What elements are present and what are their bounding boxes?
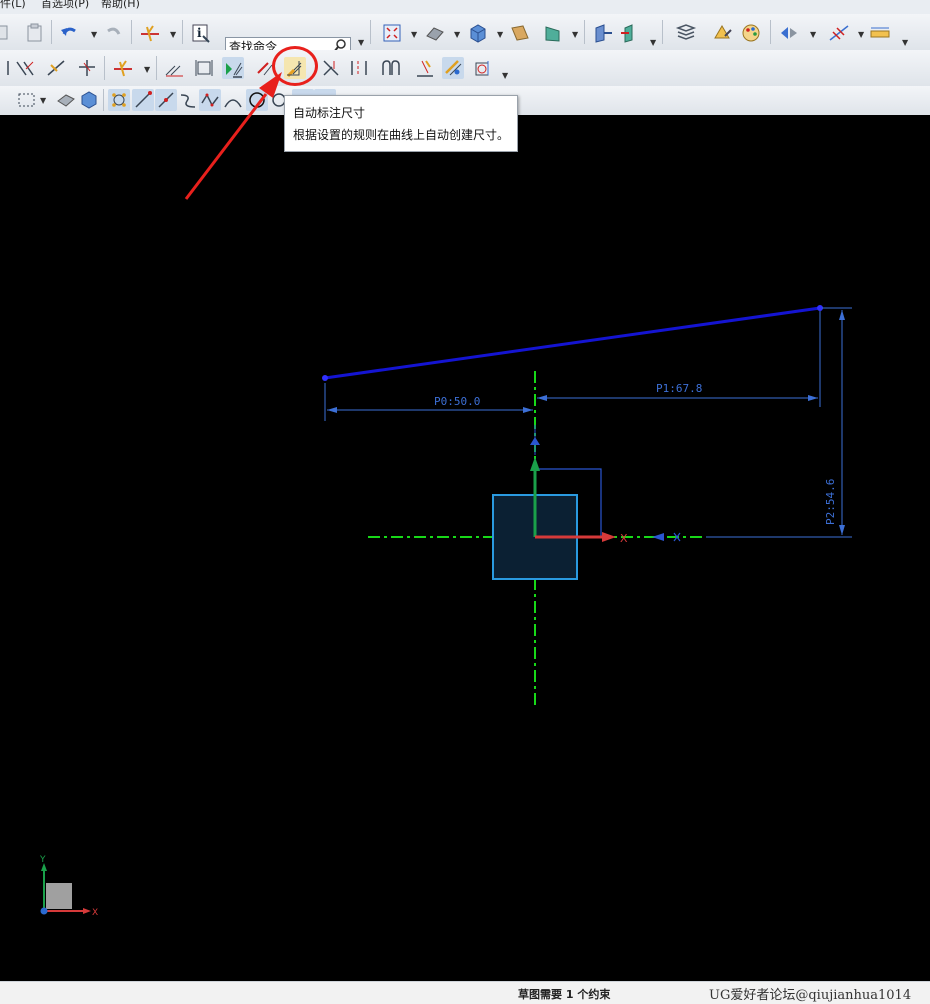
select-body-icon[interactable] <box>78 89 100 111</box>
graphics-window[interactable]: P0:50.0 P1:67.8 P2:54.6 X Y X <box>0 115 930 981</box>
view-dropdown[interactable]: ▼ <box>411 30 417 39</box>
sketch-y-axis-arrow <box>530 457 540 471</box>
info-icon[interactable]: i <box>190 22 212 44</box>
dimension-p0-label[interactable]: P0:50.0 <box>434 395 480 408</box>
shaded-view-icon[interactable] <box>467 22 489 44</box>
section-view-icon[interactable] <box>509 22 531 44</box>
quick-extend-icon[interactable] <box>45 57 67 79</box>
view-triad: Y X <box>39 855 98 918</box>
triad-y-label: Y <box>39 855 46 865</box>
measure-dropdown[interactable]: ▼ <box>902 38 908 47</box>
dimension-p0[interactable]: P0:50.0 <box>324 383 533 421</box>
trim-dropdown[interactable]: ▼ <box>170 30 176 39</box>
snap-midpoint-icon[interactable] <box>155 89 177 111</box>
sketch-trim-dropdown[interactable]: ▼ <box>144 65 150 74</box>
relations-browser-icon[interactable] <box>320 57 342 79</box>
profile-icon[interactable] <box>0 57 12 79</box>
sketch-x-axis-label: X <box>620 532 628 545</box>
palette-icon[interactable] <box>740 22 762 44</box>
undo-icon[interactable] <box>58 22 80 44</box>
sketch-line[interactable] <box>324 306 821 380</box>
display-mode-icon[interactable] <box>778 22 800 44</box>
orient-dropdown[interactable]: ▼ <box>497 30 503 39</box>
copy-button[interactable] <box>0 22 14 44</box>
dimension-p2-label[interactable]: P2:54.6 <box>824 479 837 525</box>
triad-plane <box>46 883 72 909</box>
inferred-constraints-icon[interactable] <box>414 57 436 79</box>
selection-dropdown[interactable]: ▼ <box>40 96 46 105</box>
snap-endpoint-icon[interactable] <box>132 89 154 111</box>
dimension-p1[interactable]: P1:67.8 <box>537 311 821 407</box>
sketch-line-start-point[interactable] <box>322 375 328 381</box>
watermark-text: UG爱好者论坛@qiujianhua1014 <box>709 988 912 1003</box>
fit-view-icon[interactable] <box>381 22 403 44</box>
face-dropdown[interactable]: ▼ <box>650 38 656 47</box>
triad-x-label: X <box>92 908 98 918</box>
make-corner-icon[interactable] <box>76 57 98 79</box>
continuous-auto-dimension-icon[interactable] <box>472 57 494 79</box>
select-faces-icon[interactable] <box>55 89 77 111</box>
menu-file[interactable]: 件(L) <box>0 0 26 11</box>
dimension-p1-label[interactable]: P1:67.8 <box>656 382 702 395</box>
constraint-dropdown[interactable]: ▼ <box>502 71 508 80</box>
tooltip-description: 根据设置的规则在曲线上自动创建尺寸。 <box>293 128 510 142</box>
alternate-solution-icon[interactable] <box>380 57 402 79</box>
svg-text:i: i <box>197 26 202 40</box>
sketch-tools-toolbar: ▼ ▼ <box>0 50 930 87</box>
dimension-p2[interactable]: P2:54.6 <box>706 307 852 538</box>
auto-dimension-tooltip: 自动标注尺寸 根据设置的规则在曲线上自动创建尺寸。 <box>284 95 518 152</box>
sketch-trim-icon[interactable] <box>112 57 134 79</box>
create-inferred-constraints-icon[interactable] <box>442 57 464 79</box>
offset-face-icon[interactable] <box>619 22 641 44</box>
status-bar: 草图需要 1 个约束 UG爱好者论坛@qiujianhua1014 <box>0 981 930 1004</box>
show-constraints-icon[interactable] <box>222 57 244 79</box>
datum-icon[interactable] <box>828 22 850 44</box>
snap-quadrant-icon[interactable] <box>246 89 268 111</box>
move-face-icon[interactable] <box>592 22 614 44</box>
measure-distance-icon[interactable] <box>869 22 891 44</box>
layer-settings-icon[interactable] <box>675 22 697 44</box>
render-dropdown[interactable]: ▼ <box>454 30 460 39</box>
edit-object-display-icon[interactable] <box>711 22 733 44</box>
redo-icon[interactable] <box>103 22 125 44</box>
render-style-icon[interactable] <box>424 22 446 44</box>
snap-points-icon[interactable] <box>108 89 130 111</box>
standard-toolbar: ▼ ▼ i 查找命令 ▼ ▼ ▼ ▼ ▼ ▼ ▼ ▼ ▼ <box>0 14 930 55</box>
derived-line-icon[interactable] <box>14 57 36 79</box>
status-message: 草图需要 1 个约束 <box>518 988 611 1001</box>
rapid-dimension-icon[interactable] <box>193 57 215 79</box>
snap-intersection-icon[interactable] <box>199 89 221 111</box>
clip-plane-icon[interactable] <box>542 22 564 44</box>
triad-origin <box>40 907 48 915</box>
paste-button[interactable] <box>24 22 46 44</box>
axis-direction-marker <box>652 533 664 541</box>
quick-trim-icon[interactable] <box>139 22 161 44</box>
tooltip-title: 自动标注尺寸 <box>293 106 366 120</box>
clip-dropdown[interactable]: ▼ <box>572 30 578 39</box>
convert-reference-icon[interactable] <box>348 57 370 79</box>
datum-dropdown[interactable]: ▼ <box>858 30 864 39</box>
menu-bar: 件(L) 首选项(P) 帮助(H) <box>0 0 930 14</box>
geometric-constraints-icon[interactable] <box>163 57 185 79</box>
snap-control-point-icon[interactable] <box>177 89 199 111</box>
display-dropdown[interactable]: ▼ <box>810 30 816 39</box>
sketch-x-axis-arrow <box>602 532 616 542</box>
highlight-circle <box>272 46 318 86</box>
undo-dropdown[interactable]: ▼ <box>91 30 97 39</box>
selection-box-icon[interactable] <box>16 89 38 111</box>
menu-preferences[interactable]: 首选项(P) <box>41 0 89 11</box>
menu-help[interactable]: 帮助(H) <box>101 0 140 11</box>
search-dropdown[interactable]: ▼ <box>358 38 364 47</box>
snap-arc-center-icon[interactable] <box>222 89 244 111</box>
